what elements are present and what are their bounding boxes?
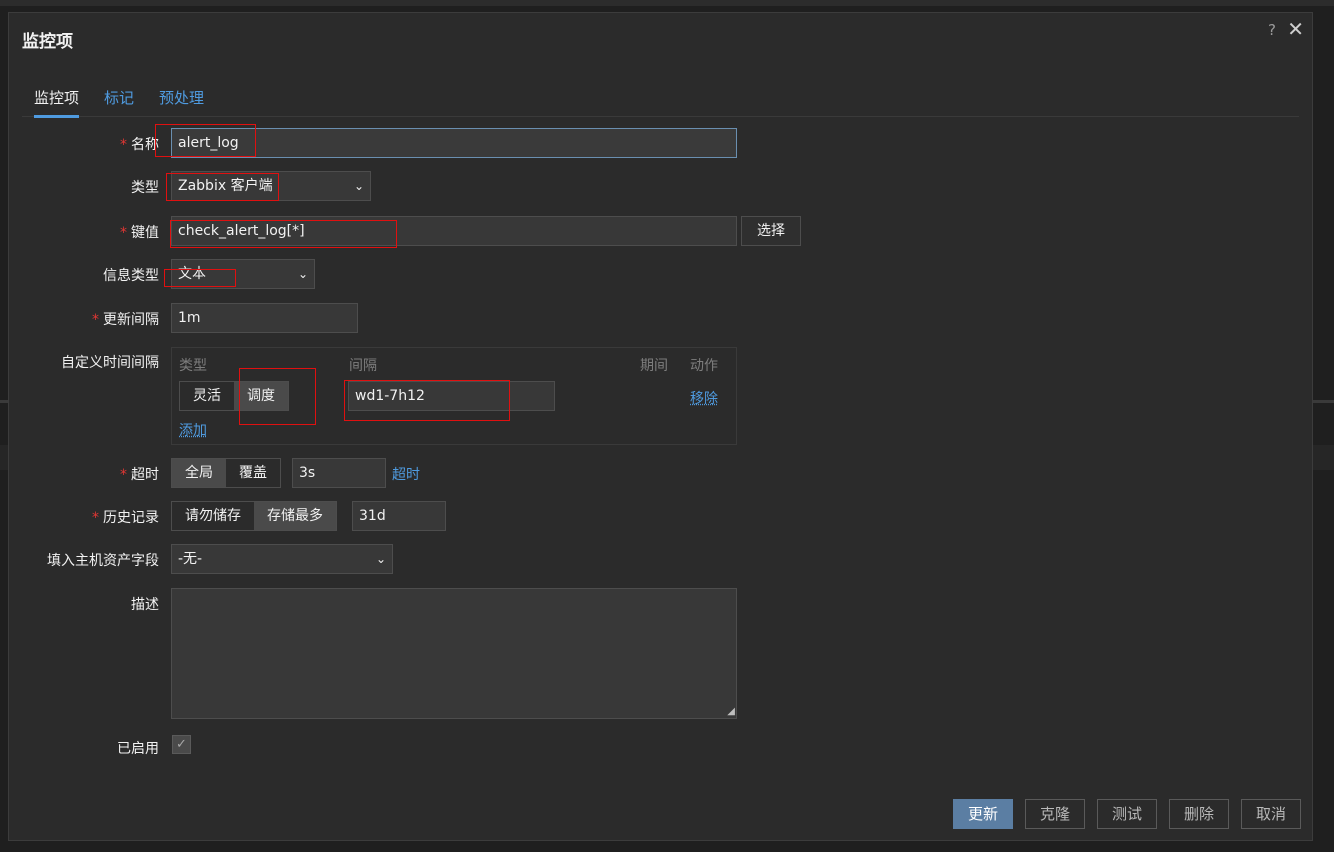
add-link[interactable]: 添加	[179, 420, 207, 440]
background-row	[0, 0, 1334, 6]
custom-intervals-label: 自定义时间间隔	[61, 355, 159, 371]
do-not-store-option[interactable]: 请勿储存	[172, 502, 254, 530]
delete-button[interactable]: 删除	[1169, 799, 1229, 829]
tab-bar: 监控项 标记 预处理	[22, 83, 1299, 118]
name-label: * 名称	[9, 134, 159, 154]
inventory-value: -无-	[178, 551, 203, 567]
required-mark: *	[92, 510, 99, 526]
test-button[interactable]: 测试	[1097, 799, 1157, 829]
custom-intervals-panel: 类型 间隔 期间 动作 灵活 调度 wd1-7h12 移除 添加	[171, 347, 737, 445]
update-interval-input[interactable]: 1m	[171, 303, 358, 333]
select-key-button[interactable]: 选择	[741, 216, 801, 246]
check-icon: ✓	[176, 737, 187, 752]
key-label-text: 键值	[131, 225, 159, 241]
update-interval-label-text: 更新间隔	[103, 312, 159, 328]
col-interval-header: 间隔	[349, 358, 377, 374]
timeout-link[interactable]: 超时	[392, 464, 420, 484]
scheduling-option[interactable]: 调度	[234, 382, 288, 410]
key-input[interactable]: check_alert_log[*]	[171, 216, 737, 246]
description-label: 描述	[131, 597, 159, 613]
update-interval-label: * 更新间隔	[9, 309, 159, 329]
inventory-select[interactable]: -无- ⌄	[171, 544, 393, 574]
info-type-select[interactable]: 文本 ⌄	[171, 259, 315, 289]
store-up-to-option[interactable]: 存储最多	[254, 502, 336, 530]
description-textarea[interactable]: ◢	[171, 588, 737, 719]
history-label: * 历史记录	[9, 507, 159, 527]
history-input[interactable]: 31d	[352, 501, 446, 531]
close-icon[interactable]: ✕	[1287, 17, 1304, 41]
col-type-header: 类型	[179, 358, 207, 374]
global-option[interactable]: 全局	[172, 459, 226, 487]
resize-handle-icon[interactable]: ◢	[727, 706, 735, 717]
type-label: 类型	[131, 180, 159, 196]
history-toggle: 请勿储存 存储最多	[171, 501, 337, 531]
col-period-header: 期间	[640, 358, 668, 374]
flexible-option[interactable]: 灵活	[180, 382, 234, 410]
tab-item[interactable]: 监控项	[34, 87, 80, 118]
required-mark: *	[120, 467, 127, 483]
required-mark: *	[92, 312, 99, 328]
enabled-checkbox[interactable]: ✓	[172, 735, 191, 754]
type-select-value: Zabbix 客户端	[178, 178, 273, 194]
item-dialog: 监控项 ? ✕ 监控项 标记 预处理 * 名称 alert_log 类型 Zabb…	[8, 12, 1313, 841]
col-action-header: 动作	[690, 358, 718, 374]
clone-button[interactable]: 克隆	[1025, 799, 1085, 829]
info-type-label: 信息类型	[103, 268, 159, 284]
chevron-down-icon: ⌄	[297, 267, 308, 281]
required-mark: *	[120, 225, 127, 241]
tab-preprocessing[interactable]: 预处理	[159, 87, 204, 115]
name-input[interactable]: alert_log	[171, 128, 737, 158]
type-select[interactable]: Zabbix 客户端 ⌄	[171, 171, 371, 201]
history-label-text: 历史记录	[103, 510, 159, 526]
key-label: * 键值	[9, 222, 159, 242]
interval-input[interactable]: wd1-7h12	[348, 381, 555, 411]
remove-link[interactable]: 移除	[690, 388, 718, 408]
required-mark: *	[120, 137, 127, 153]
inventory-label: 填入主机资产字段	[47, 553, 159, 569]
timeout-label: * 超时	[9, 464, 159, 484]
timeout-label-text: 超时	[131, 467, 159, 483]
cancel-button[interactable]: 取消	[1241, 799, 1301, 829]
update-button[interactable]: 更新	[953, 799, 1013, 829]
chevron-down-icon: ⌄	[375, 552, 386, 566]
enabled-label: 已启用	[117, 741, 159, 757]
dialog-title: 监控项	[22, 32, 73, 52]
timeout-input[interactable]: 3s	[292, 458, 386, 488]
timeout-toggle: 全局 覆盖	[171, 458, 281, 488]
override-option[interactable]: 覆盖	[226, 459, 280, 487]
tab-tags[interactable]: 标记	[104, 87, 134, 115]
chevron-down-icon: ⌄	[353, 179, 364, 193]
info-type-value: 文本	[178, 266, 206, 282]
help-icon[interactable]: ?	[1268, 21, 1276, 39]
name-label-text: 名称	[131, 137, 159, 153]
interval-type-toggle: 灵活 调度	[179, 381, 289, 411]
